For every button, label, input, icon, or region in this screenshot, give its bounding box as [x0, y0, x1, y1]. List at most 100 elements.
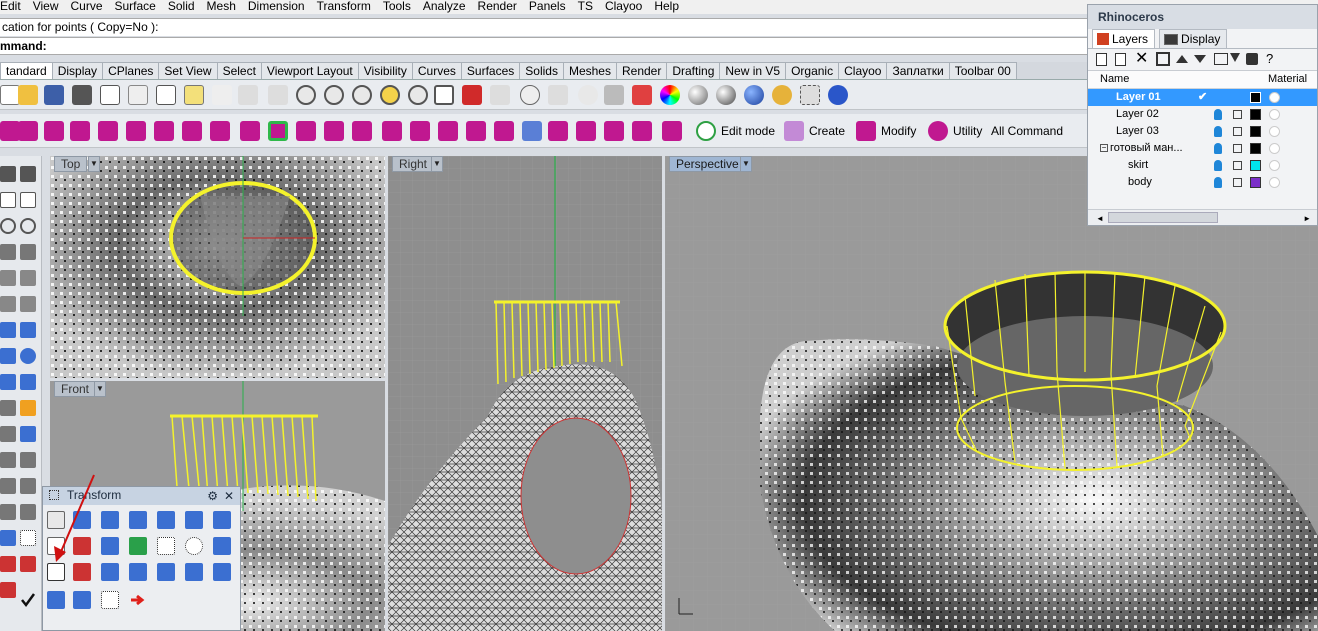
surface-tool-13-icon[interactable] [410, 121, 430, 141]
tab-viewport-layout[interactable]: Viewport Layout [260, 62, 359, 79]
tab-cplanes[interactable]: CPlanes [102, 62, 160, 79]
surface-tool-icon[interactable] [0, 121, 20, 141]
visibility-bulb-icon[interactable] [1214, 109, 1222, 120]
create-cube-icon[interactable] [784, 121, 804, 141]
point-tool-icon[interactable] [0, 166, 16, 182]
copy-icon[interactable] [156, 85, 176, 105]
delete-layer-icon[interactable]: ✕ [1135, 50, 1148, 68]
layer-row-body[interactable]: body [1088, 174, 1317, 191]
scale-tool-icon[interactable] [20, 556, 36, 572]
layer-row-layer-03[interactable]: Layer 03 [1088, 123, 1317, 140]
transform-arrow-icon[interactable] [20, 400, 36, 416]
layer-material-icon[interactable] [1269, 177, 1280, 188]
open-folder-icon[interactable] [18, 85, 38, 105]
solid-sphere-icon[interactable] [20, 348, 36, 364]
unlock-icon[interactable] [1233, 127, 1242, 136]
top-viewport-dropdown-icon[interactable]: ▼ [88, 156, 100, 172]
fillet-tool-icon[interactable] [0, 296, 16, 312]
surface-tool-14-icon[interactable] [438, 121, 458, 141]
tab-surfaces[interactable]: Surfaces [460, 62, 521, 79]
tab-clayoo[interactable]: Clayoo [838, 62, 888, 79]
utility-label[interactable]: Utility [953, 124, 982, 138]
car-render-icon[interactable] [462, 85, 482, 105]
surface-tool-22-icon[interactable] [662, 121, 682, 141]
surface-tool-19-icon[interactable] [576, 121, 596, 141]
curve-tool-icon[interactable] [0, 192, 16, 208]
layer-material-icon[interactable] [1269, 160, 1280, 171]
surface-tool-21-icon[interactable] [632, 121, 652, 141]
layer-row-layer-02[interactable]: Layer 02 [1088, 106, 1317, 123]
join-tool-icon[interactable] [0, 478, 16, 494]
perspective-viewport-title[interactable]: Perspective [669, 156, 746, 172]
checkbox-surface-icon[interactable] [268, 121, 288, 141]
perspective-viewport[interactable]: Perspective ▼ [665, 156, 1318, 631]
flow-along-surface-icon[interactable] [47, 591, 65, 609]
smooth-icon[interactable] [185, 563, 203, 581]
scroll-right-icon[interactable]: ► [1303, 214, 1311, 223]
menu-transform[interactable]: Transform [311, 0, 377, 14]
tab-select[interactable]: Select [216, 62, 262, 79]
menu-mesh[interactable]: Mesh [201, 0, 242, 14]
menu-clayoo[interactable]: Clayoo [599, 0, 648, 14]
split-tool-icon[interactable] [20, 452, 36, 468]
menu-dimension[interactable]: Dimension [242, 0, 311, 14]
undo-view-icon[interactable] [408, 85, 428, 105]
unlock-icon[interactable] [1233, 161, 1242, 170]
tab-toolbar-00[interactable]: Toolbar 00 [948, 62, 1017, 79]
tab-display-panel[interactable]: Display [1159, 29, 1228, 48]
trim-tool-icon[interactable] [0, 504, 16, 520]
surface-tool-icon-left[interactable] [0, 322, 16, 338]
render-sphere-icon[interactable] [744, 85, 764, 105]
layer-color-swatch[interactable] [1250, 143, 1261, 154]
shear-icon[interactable] [101, 537, 119, 555]
utility-gear-icon[interactable] [928, 121, 948, 141]
options-gear-icon[interactable] [772, 85, 792, 105]
surface-tool-11-icon[interactable] [352, 121, 372, 141]
grid-surface-icon[interactable] [296, 121, 316, 141]
layer-row-skirt[interactable]: skirt [1088, 157, 1317, 174]
checkmark-icon[interactable] [20, 592, 36, 608]
tab-render[interactable]: Render [615, 62, 668, 79]
ellipse-tool-icon[interactable] [20, 218, 36, 234]
menu-tools[interactable]: Tools [377, 0, 417, 14]
scroll-left-icon[interactable]: ◄ [1096, 214, 1104, 223]
menu-help[interactable]: Help [648, 0, 685, 14]
top-viewport[interactable]: Top ▼ [50, 156, 385, 378]
sporph-icon[interactable] [73, 591, 91, 609]
import-icon[interactable] [100, 85, 120, 105]
tab-layers[interactable]: Layers [1092, 29, 1156, 48]
visibility-bulb-icon[interactable] [1214, 160, 1222, 171]
cplane-icon[interactable] [548, 85, 568, 105]
command-prompt[interactable]: mmand: [0, 37, 1088, 55]
surface-tool-9-icon[interactable] [240, 121, 260, 141]
layer-color-swatch[interactable] [1250, 126, 1261, 137]
named-views-icon[interactable] [490, 85, 510, 105]
circle-tool-icon[interactable] [0, 218, 16, 234]
surface-tool-16-icon[interactable] [494, 121, 514, 141]
move-tool-icon[interactable] [0, 400, 16, 416]
tab-visibility[interactable]: Visibility [357, 62, 413, 79]
surface-tool-2-icon[interactable] [18, 121, 38, 141]
filter-icon[interactable] [1230, 53, 1240, 62]
grid-points-icon[interactable] [20, 530, 36, 546]
plane-tool-icon[interactable] [20, 374, 36, 390]
offset-tool-icon[interactable] [20, 270, 36, 286]
new-sublayer-icon[interactable] [1115, 53, 1126, 66]
layer-row-gotovyi[interactable]: − готовый ман... [1088, 140, 1317, 157]
explode-tool-icon[interactable] [20, 478, 36, 494]
surface-tool-8-icon[interactable] [210, 121, 230, 141]
rendered-sphere-icon[interactable] [716, 85, 736, 105]
visibility-bulb-icon[interactable] [1214, 177, 1222, 188]
tab-solids[interactable]: Solids [519, 62, 564, 79]
maelstrom-icon[interactable] [101, 591, 119, 609]
top-viewport-title[interactable]: Top [54, 156, 88, 172]
grid-array-icon[interactable] [157, 537, 175, 555]
tab-curves[interactable]: Curves [411, 62, 462, 79]
surface-tool-15-icon[interactable] [466, 121, 486, 141]
rotate-icon[interactable] [129, 511, 147, 529]
zoom-icon[interactable] [296, 85, 316, 105]
solid-box-icon[interactable] [0, 348, 16, 364]
surface-tool-20-icon[interactable] [604, 121, 624, 141]
menu-surface[interactable]: Surface [109, 0, 162, 14]
osnap-icon[interactable] [520, 85, 540, 105]
